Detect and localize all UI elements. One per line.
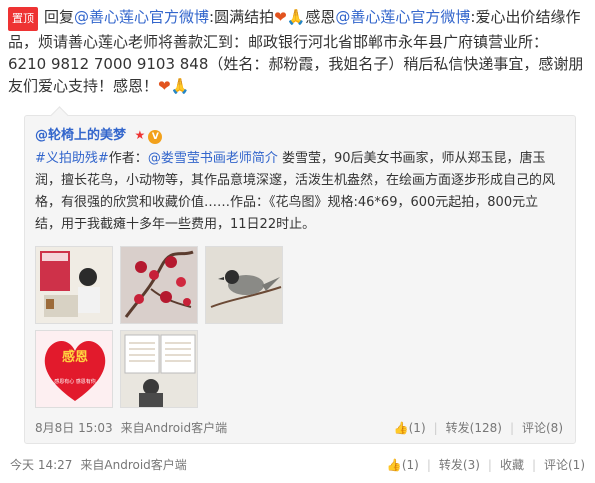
reply-prefix: 回复: [44, 8, 75, 26]
thumbs-up-icon[interactable]: 👍: [394, 421, 409, 435]
repost-text: #义拍助残#作者：@娄雪莹书画老师简介 娄雪莹，90后美女书画家，师从郑玉昆，唐…: [35, 148, 563, 236]
heart-thanks-text: 感恩: [62, 349, 88, 365]
weibo-post: 置顶 回复@善心莲心官方微博:圆满结拍❤🙏感恩@善心莲心官方微博:爱心出价结缘作品…: [0, 0, 595, 483]
post-like-count[interactable]: (1): [402, 458, 419, 472]
post-text-part1: :圆满结拍: [209, 8, 275, 26]
post-timestamp[interactable]: 今天 14:27: [10, 458, 72, 472]
repost-source: 来自Android客户端: [120, 421, 228, 435]
verified-badge-icon: V: [148, 130, 163, 144]
repost-text-pre: 作者：: [108, 151, 148, 166]
pray-emoji-icon-2: 🙏: [170, 77, 190, 95]
pray-emoji-icon: 🙏: [286, 8, 306, 26]
repost-like-count[interactable]: (1): [409, 421, 426, 435]
repost-comment-button[interactable]: 评论(8): [522, 421, 563, 435]
pinned-badge: 置顶: [8, 7, 38, 31]
forward-button[interactable]: 转发(3): [439, 458, 480, 472]
thumbnail-plum-blossom[interactable]: [120, 246, 198, 324]
divider: |: [531, 458, 536, 472]
thumbnail-artist-photo[interactable]: [35, 246, 113, 324]
favorite-button[interactable]: 收藏: [500, 458, 524, 472]
mention-link-2[interactable]: @善心莲心官方微博: [335, 8, 470, 26]
repost-forward-button[interactable]: 转发(128): [446, 421, 502, 435]
comment-button[interactable]: 评论(1): [544, 458, 585, 472]
thumbnail-document-photo[interactable]: [120, 330, 198, 408]
repost-timestamp[interactable]: 8月8日 15:03: [35, 421, 113, 435]
star-badge-icon: ★: [134, 128, 146, 142]
heart-emoji-icon-2: ❤: [158, 77, 171, 95]
thumbnail-bird-painting[interactable]: [205, 246, 283, 324]
divider: |: [487, 458, 492, 472]
author-badges: ★ V: [134, 128, 163, 144]
thumbs-up-icon[interactable]: 👍: [387, 458, 402, 472]
divider: |: [426, 458, 431, 472]
heart-emoji-icon: ❤: [274, 8, 287, 26]
divider: |: [509, 421, 514, 435]
repost-author: @轮椅上的美梦 ★ V: [35, 124, 163, 144]
repost-mention-link[interactable]: @娄雪莹书画老师简介: [148, 151, 278, 166]
post-text: 置顶 回复@善心莲心官方微博:圆满结拍❤🙏感恩@善心莲心官方微博:爱心出价结缘作品…: [8, 6, 586, 97]
mention-link-1[interactable]: @善心莲心官方微博: [74, 8, 209, 26]
post-text-part2: 感恩: [305, 8, 336, 26]
heart-sub-text: 感恩有心 感恩有你: [54, 378, 96, 385]
divider: |: [433, 421, 438, 435]
repost-author-link[interactable]: @轮椅上的美梦: [35, 128, 126, 143]
hashtag-link[interactable]: #义拍助残#: [35, 151, 109, 166]
repost-card: @轮椅上的美梦 ★ V #义拍助残#作者：@娄雪莹书画老师简介 娄雪莹，90后美女…: [24, 106, 576, 444]
thumbnail-heart-thanks[interactable]: 感恩 感恩有心 感恩有你: [35, 330, 113, 408]
post-source: 来自Android客户端: [80, 458, 187, 472]
repost-arrow: [50, 106, 69, 125]
